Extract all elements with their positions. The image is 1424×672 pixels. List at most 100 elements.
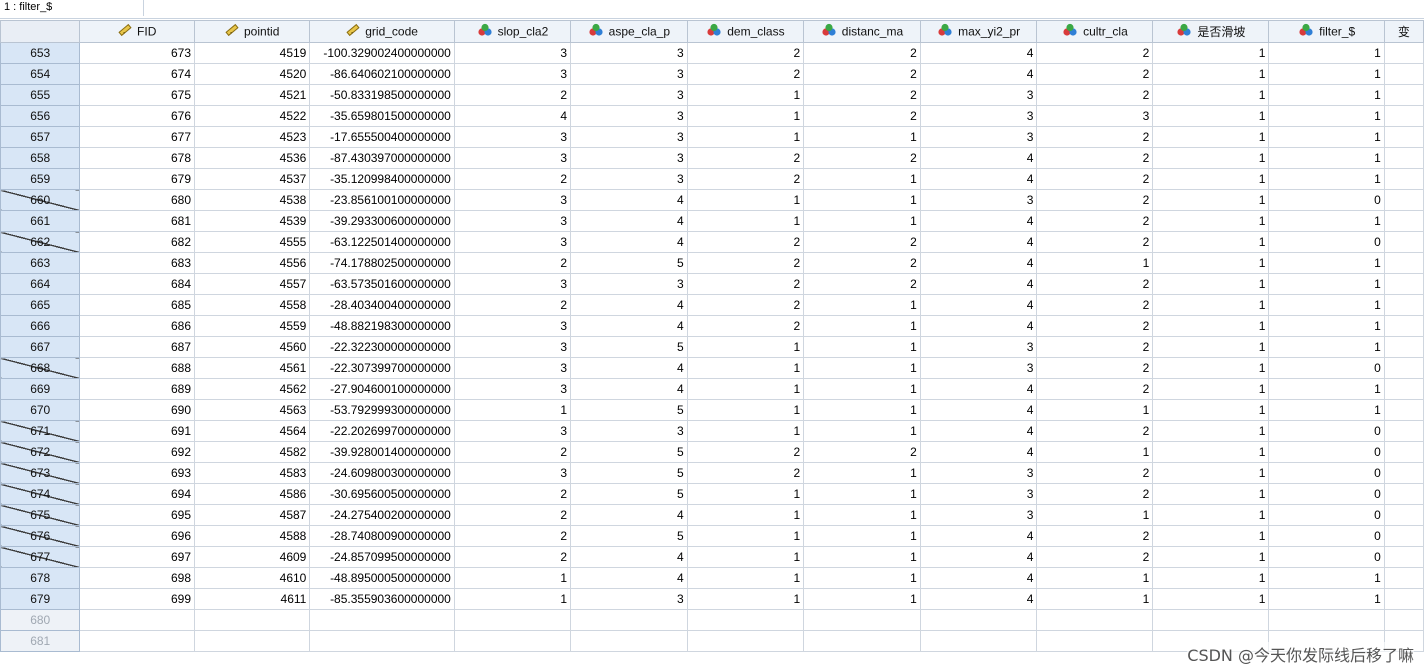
data-cell[interactable]: 1 [686,105,805,127]
data-cell[interactable]: -22.307399700000000 [309,357,455,379]
data-cell[interactable] [79,609,196,631]
data-cell[interactable]: 4563 [194,399,311,421]
row-number[interactable]: 657 [0,126,81,148]
data-cell[interactable]: 3 [453,189,572,211]
data-cell[interactable]: 2 [1036,315,1154,337]
data-cell[interactable] [1383,231,1424,253]
data-cell[interactable]: 693 [79,462,196,484]
data-cell[interactable]: 2 [803,231,921,253]
data-cell[interactable] [1383,84,1424,106]
data-cell[interactable]: 4 [919,63,1038,85]
data-cell[interactable]: -28.740800900000000 [309,525,455,547]
data-cell[interactable]: 5 [570,441,688,463]
data-cell[interactable] [1383,378,1424,400]
data-cell[interactable]: 2 [686,42,805,64]
data-cell[interactable]: 677 [79,126,196,148]
data-cell[interactable]: 3 [919,504,1038,526]
data-cell[interactable]: 4 [570,294,688,316]
data-cell[interactable]: 4 [919,420,1038,442]
data-cell[interactable]: 1 [1152,420,1270,442]
data-cell[interactable]: 1 [1152,231,1270,253]
data-cell[interactable]: 1 [1152,462,1270,484]
data-cell[interactable]: 3 [453,357,572,379]
data-cell[interactable]: 1 [1152,378,1270,400]
data-cell[interactable]: 1 [1152,315,1270,337]
data-cell[interactable]: 0 [1268,546,1385,568]
data-cell[interactable]: 2 [686,315,805,337]
data-cell[interactable]: 4559 [194,315,311,337]
column-header[interactable]: 是否滑坡 [1152,20,1270,43]
data-cell[interactable] [1383,315,1424,337]
data-cell[interactable]: 1 [1152,210,1270,232]
data-cell[interactable]: 1 [803,588,921,610]
data-cell[interactable]: 695 [79,504,196,526]
data-cell[interactable]: 697 [79,546,196,568]
data-cell[interactable]: 3 [919,84,1038,106]
data-cell[interactable] [453,609,572,631]
data-cell[interactable]: 1 [803,525,921,547]
data-cell[interactable]: 2 [1036,168,1154,190]
data-cell[interactable]: 694 [79,483,196,505]
data-cell[interactable]: 1 [453,567,572,589]
data-cell[interactable]: 3 [570,588,688,610]
data-cell[interactable] [1383,588,1424,610]
data-cell[interactable]: 696 [79,525,196,547]
data-cell[interactable] [1383,294,1424,316]
data-cell[interactable]: 1 [1152,483,1270,505]
data-cell[interactable]: 4536 [194,147,311,169]
column-header[interactable]: 变 [1383,20,1424,43]
column-header[interactable]: filter_$ [1268,20,1385,43]
data-cell[interactable]: 1 [1268,42,1385,64]
data-cell[interactable]: 4537 [194,168,311,190]
data-cell[interactable] [1383,42,1424,64]
data-cell[interactable]: -63.573501600000000 [309,273,455,295]
data-cell[interactable]: 0 [1268,189,1385,211]
data-cell[interactable] [1383,420,1424,442]
data-cell[interactable]: 2 [803,441,921,463]
row-number[interactable]: 681 [0,630,81,652]
data-cell[interactable]: 4523 [194,126,311,148]
data-cell[interactable]: 3 [453,378,572,400]
data-cell[interactable]: 681 [79,210,196,232]
data-cell[interactable]: 1 [686,189,805,211]
data-cell[interactable]: 1 [686,567,805,589]
data-cell[interactable]: 2 [803,63,921,85]
data-cell[interactable] [1383,504,1424,526]
data-cell[interactable]: 684 [79,273,196,295]
data-cell[interactable]: 2 [1036,546,1154,568]
data-cell[interactable]: 1 [803,126,921,148]
data-cell[interactable]: 4 [570,231,688,253]
data-cell[interactable] [309,609,455,631]
data-cell[interactable]: 1 [1268,168,1385,190]
data-cell[interactable]: 1 [1152,294,1270,316]
row-number[interactable]: 678 [0,567,81,589]
data-cell[interactable]: 2 [686,147,805,169]
data-cell[interactable]: 3 [570,420,688,442]
data-cell[interactable]: 4 [570,546,688,568]
data-cell[interactable]: 2 [1036,483,1154,505]
data-cell[interactable]: 4 [919,315,1038,337]
data-cell[interactable] [194,609,311,631]
data-cell[interactable]: 1 [803,315,921,337]
row-number[interactable]: 654 [0,63,81,85]
data-cell[interactable]: -24.609800300000000 [309,462,455,484]
data-cell[interactable]: 1 [1268,126,1385,148]
data-cell[interactable]: 1 [1036,399,1154,421]
data-cell[interactable]: 4587 [194,504,311,526]
data-cell[interactable]: 678 [79,147,196,169]
data-cell[interactable]: 3 [453,315,572,337]
data-cell[interactable]: -63.122501400000000 [309,231,455,253]
data-cell[interactable]: 5 [570,462,688,484]
data-cell[interactable]: 1 [1152,147,1270,169]
data-cell[interactable]: 2 [453,525,572,547]
data-cell[interactable]: 1 [1152,84,1270,106]
data-cell[interactable] [79,630,196,652]
data-cell[interactable]: 1 [1152,63,1270,85]
data-cell[interactable]: 2 [453,294,572,316]
data-cell[interactable]: 3 [919,336,1038,358]
data-cell[interactable] [1383,609,1424,631]
data-cell[interactable]: 0 [1268,441,1385,463]
data-cell[interactable]: 3 [570,105,688,127]
data-cell[interactable]: 692 [79,441,196,463]
data-cell[interactable]: 5 [570,399,688,421]
